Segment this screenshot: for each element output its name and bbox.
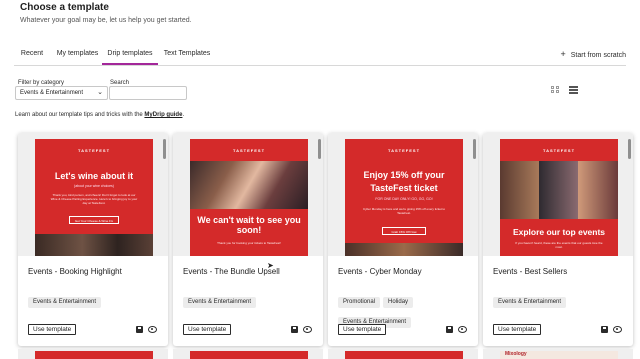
preview-photo [190, 161, 308, 209]
tag: Promotional [338, 297, 381, 308]
tag: Events & Entertainment [28, 297, 102, 308]
preview-cta: Get Your Cheese & Wine Fix [69, 216, 119, 224]
template-card-partial[interactable] [173, 349, 323, 359]
card-title: Events - Best Sellers [493, 267, 568, 276]
template-preview[interactable]: TASTEFEST We can't wait to see you soon!… [173, 133, 323, 256]
learn-text-body: Learn about our template tips and tricks… [15, 112, 143, 118]
card-title: Events - Booking Highlight [28, 267, 122, 276]
template-preview[interactable]: TASTEFEST Explore our top events If you … [483, 133, 633, 256]
tag: Events & Entertainment [493, 297, 567, 308]
page-header: Choose a template Whatever your goal may… [20, 2, 192, 24]
tag: Events & Entertainment [183, 297, 257, 308]
template-card-partial[interactable]: Mixology [483, 349, 633, 359]
tab-drip-templates[interactable]: Drip templates [102, 44, 158, 65]
eye-icon[interactable] [148, 326, 157, 333]
preview-subline: (about your wine choices) [74, 184, 114, 188]
preview-photo [35, 234, 153, 256]
tab-text-templates[interactable]: Text Templates [162, 44, 212, 65]
eye-icon[interactable] [613, 326, 622, 333]
save-icon[interactable] [136, 326, 143, 333]
template-preview[interactable]: TASTEFEST Enjoy 15% off your TasteFest t… [328, 133, 478, 256]
card-tags: Events & Entertainment [183, 290, 313, 310]
preview-cta: Grab 15% Off Now [382, 227, 426, 235]
preview-subline: FOR ONE DAY ONLY! GO, GO, GO! [375, 197, 433, 201]
card-title: Events - The Bundle Upsell [183, 267, 280, 276]
template-card-partial[interactable] [328, 349, 478, 359]
save-icon[interactable] [446, 326, 453, 333]
preview-body: Thank you, kind person, and cheers! Don'… [50, 193, 138, 205]
use-template-button[interactable]: Use template [183, 324, 232, 335]
preview-body: Thank you for booking your tickets to Ta… [217, 241, 281, 245]
save-icon[interactable] [601, 326, 608, 333]
chevron-down-icon: ⌄ [97, 89, 103, 96]
email-preview: TASTEFEST Explore our top events If you … [500, 139, 618, 256]
tab-recent[interactable]: Recent [20, 44, 44, 65]
template-card: TASTEFEST We can't wait to see you soon!… [173, 133, 323, 346]
plus-icon: + [560, 49, 566, 59]
use-template-button[interactable]: Use template [493, 324, 542, 335]
email-preview: TASTEFEST Let's wine about it (about you… [35, 139, 153, 256]
tastefest-logo: TASTEFEST [388, 147, 420, 154]
grid-view-icon[interactable] [551, 86, 560, 94]
preview-body: Cyber Monday is here and we're giving 15… [362, 207, 446, 215]
preview-scrollbar[interactable] [163, 139, 166, 159]
tastefest-logo: TASTEFEST [78, 147, 110, 154]
logo-text: TASTEFEST [77, 148, 111, 153]
preview-scrollbar[interactable] [318, 139, 321, 159]
learn-text: Learn about our template tips and tricks… [15, 112, 184, 118]
preview-photo-grid [500, 161, 618, 219]
save-icon[interactable] [291, 326, 298, 333]
logo-text: TASTEFEST [542, 148, 576, 153]
tag: Holiday [383, 297, 414, 308]
email-preview: TASTEFEST We can't wait to see you soon!… [190, 139, 308, 256]
logo-text: TASTEFEST [387, 148, 421, 153]
preview-headline: We can't wait to see you soon! [197, 215, 301, 235]
preview-scrollbar[interactable] [628, 139, 631, 159]
search-input[interactable] [109, 86, 187, 100]
mouse-cursor-icon: ➤ [267, 261, 274, 270]
tastefest-logo: TASTEFEST [233, 147, 265, 154]
category-select[interactable]: Events & Entertainment ⌄ [15, 86, 108, 100]
list-view-icon[interactable] [569, 86, 578, 94]
use-template-button[interactable]: Use template [338, 324, 387, 335]
card-tags: Events & Entertainment [28, 290, 158, 310]
category-select-value: Events & Entertainment [20, 90, 84, 96]
tab-my-templates[interactable]: My templates [54, 44, 101, 65]
start-from-scratch-label: Start from scratch [570, 52, 626, 59]
logo-text: TASTEFEST [232, 148, 266, 153]
email-preview: TASTEFEST Enjoy 15% off your TasteFest t… [345, 139, 463, 256]
learn-text-suffix: . [182, 112, 185, 118]
mydrip-guide-link[interactable]: MyDrip guide [144, 112, 182, 118]
preview-headline: Explore our top events [512, 227, 606, 237]
tastefest-logo: TASTEFEST [543, 147, 575, 154]
eye-icon[interactable] [303, 326, 312, 333]
template-preview[interactable]: TASTEFEST Let's wine about it (about you… [18, 133, 168, 256]
template-card-partial[interactable] [18, 349, 168, 359]
use-template-button[interactable]: Use template [28, 324, 77, 335]
partial-card-label: Mixology [505, 351, 527, 357]
preview-scrollbar[interactable] [473, 139, 476, 159]
eye-icon[interactable] [458, 326, 467, 333]
page-title: Choose a template [20, 2, 109, 13]
preview-body: If you haven't heard, these are the even… [515, 241, 603, 249]
page-subtitle: Whatever your goal may be, let us help y… [20, 17, 192, 24]
card-tags: Events & Entertainment [493, 290, 623, 310]
start-from-scratch-button[interactable]: + Start from scratch [561, 44, 627, 65]
template-card: TASTEFEST Explore our top events If you … [483, 133, 633, 346]
template-tabs: Recent My templates Drip templates Text … [14, 44, 626, 66]
template-card: TASTEFEST Enjoy 15% off your TasteFest t… [328, 133, 478, 346]
card-title: Events - Cyber Monday [338, 267, 422, 276]
preview-photo [345, 243, 463, 256]
template-card: TASTEFEST Let's wine about it (about you… [18, 133, 168, 346]
preview-headline: Enjoy 15% off your TasteFest ticket [363, 170, 445, 193]
preview-headline: Let's wine about it [54, 171, 134, 181]
